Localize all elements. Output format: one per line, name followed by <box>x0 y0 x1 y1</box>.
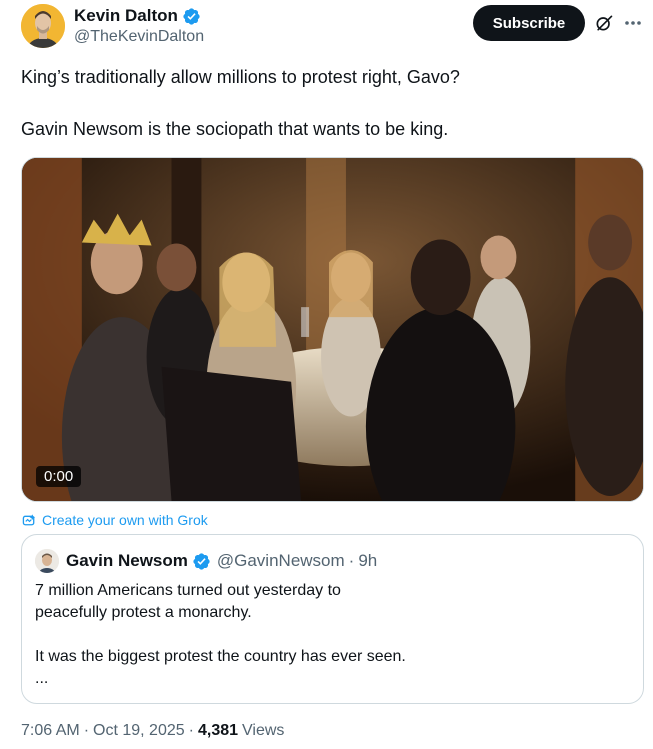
views-label: Views <box>242 722 285 739</box>
quote-text-ellipsis: ... <box>35 670 49 687</box>
quote-tweet[interactable]: Gavin Newsom @GavinNewsom · 9h 7 million… <box>21 534 644 704</box>
views-count: 4,381 <box>197 722 239 739</box>
tweet-meta: 7:06 AM · Oct 19, 2025 · 4,381 Views <box>21 722 284 740</box>
quote-handle[interactable]: @GavinNewsom <box>217 551 345 571</box>
grok-icon[interactable] <box>594 13 614 33</box>
create-with-grok-label[interactable]: Create your own with Grok <box>42 512 208 528</box>
verified-badge-icon <box>193 552 210 570</box>
author-handle[interactable]: @TheKevinDalton <box>74 28 204 46</box>
quote-avatar[interactable] <box>35 549 59 573</box>
tweet-text-line: King’s traditionally allow millions to p… <box>21 67 460 87</box>
author-name-row[interactable]: Kevin Dalton <box>74 6 201 26</box>
tweet-time[interactable]: 7:06 AM <box>21 722 80 740</box>
quote-avatar-image <box>35 549 59 573</box>
grok-create-icon <box>22 513 36 525</box>
tweet-date[interactable]: Oct 19, 2025 <box>93 722 185 740</box>
video-timestamp: 0:00 <box>36 466 82 487</box>
meta-separator: · <box>188 722 194 739</box>
tweet-text-line: Gavin Newsom is the sociopath that wants… <box>21 119 449 139</box>
subscribe-button[interactable]: Subscribe <box>473 5 585 41</box>
video-player[interactable]: 0:00 <box>21 157 644 502</box>
quote-text-line: It was the biggest protest the country h… <box>35 648 406 665</box>
quote-display-name[interactable]: Gavin Newsom <box>66 551 188 571</box>
author-display-name[interactable]: Kevin Dalton <box>74 6 178 26</box>
meta-separator: · <box>83 722 90 739</box>
avatar[interactable] <box>21 4 65 48</box>
quote-time[interactable]: 9h <box>358 551 377 571</box>
verified-badge-icon <box>183 7 200 25</box>
quote-header: Gavin Newsom @GavinNewsom · 9h <box>66 551 377 571</box>
quote-separator: · <box>348 551 355 570</box>
quote-text-line: peacefully protest a monarchy. <box>35 604 252 621</box>
quote-text: 7 million Americans turned out yesterday… <box>35 580 625 690</box>
avatar-image <box>21 4 65 48</box>
tweet: Kevin Dalton @TheKevinDalton Subscribe K… <box>0 0 653 749</box>
quote-text-line: 7 million Americans turned out yesterday… <box>35 582 341 599</box>
create-with-grok-link[interactable]: Create your own with Grok <box>22 512 208 528</box>
tweet-text: King’s traditionally allow millions to p… <box>21 64 631 142</box>
more-icon[interactable] <box>624 13 642 33</box>
video-frame <box>22 158 643 501</box>
